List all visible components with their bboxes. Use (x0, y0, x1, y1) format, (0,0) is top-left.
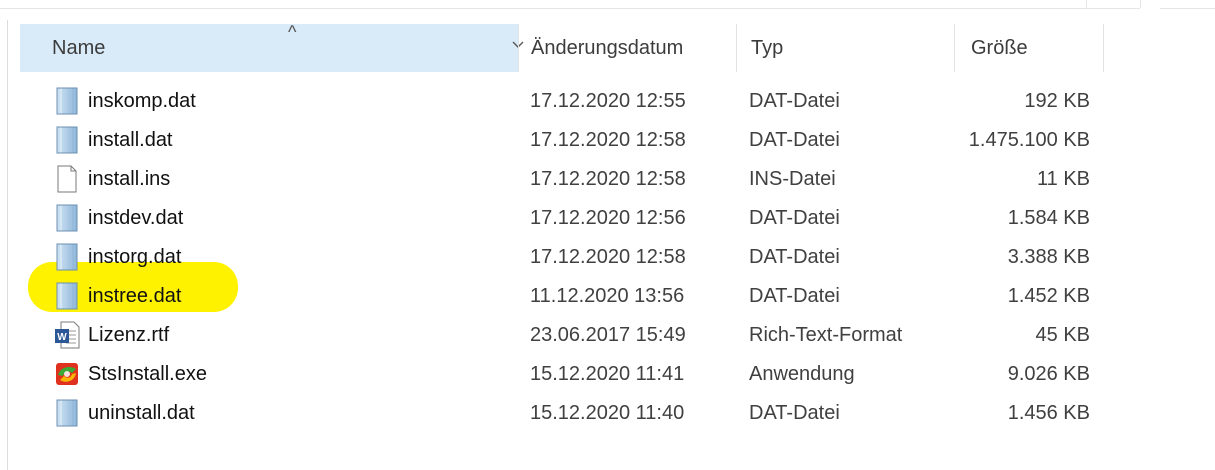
file-date: 11.12.2020 13:56 (530, 284, 685, 307)
file-date: 17.12.2020 12:58 (530, 128, 686, 151)
file-name[interactable]: install.ins (88, 160, 170, 198)
file-type: DAT-Datei (749, 284, 840, 307)
file-date: 15.12.2020 11:40 (530, 401, 685, 424)
file-row[interactable]: instorg.dat 17.12.2020 12:58 DAT-Datei 3.38… (20, 238, 1110, 276)
column-header-type[interactable]: Typ (736, 24, 954, 72)
file-date: 23.06.2017 15:49 (530, 323, 686, 346)
file-date: 17.12.2020 12:58 (530, 245, 686, 268)
file-name[interactable]: instdev.dat (88, 199, 183, 237)
top-border-right (1160, 8, 1215, 9)
file-date: 15.12.2020 11:41 (530, 362, 685, 385)
file-row[interactable]: W Lizenz.rtf 23.06.2017 15:49 Rich-Text-For… (20, 316, 1110, 354)
file-date: 17.12.2020 12:55 (530, 89, 686, 112)
file-name[interactable]: Lizenz.rtf (88, 316, 169, 354)
column-header-size[interactable]: Größe (954, 24, 1104, 72)
file-size: 1.584 KB (1007, 206, 1090, 229)
dat-file-icon (52, 121, 82, 159)
column-header-type-label: Typ (751, 36, 784, 59)
column-header-row: Name ^ Änderungsdatum Typ Größe (0, 22, 1215, 72)
file-date: 17.12.2020 12:56 (530, 206, 686, 229)
file-row[interactable]: inskomp.dat 17.12.2020 12:55 DAT-Datei 192 … (20, 82, 1110, 120)
file-size: 3.388 KB (1007, 245, 1090, 268)
dat-file-icon (52, 82, 82, 120)
file-type: DAT-Datei (749, 128, 840, 151)
file-size: 11 KB (1037, 167, 1090, 190)
column-header-name-label: Name (52, 36, 106, 59)
sort-ascending-icon: ^ (288, 22, 297, 42)
dat-file-icon (52, 238, 82, 276)
top-tick (1086, 0, 1087, 8)
word-document-icon: W (52, 316, 82, 354)
file-row[interactable]: install.dat 17.12.2020 12:58 DAT-Datei 1.47… (20, 121, 1110, 159)
file-type: Rich-Text-Format (749, 323, 903, 346)
file-type: DAT-Datei (749, 206, 840, 229)
file-row[interactable]: StsInstall.exe 15.12.2020 11:41 Anwendung 9… (20, 355, 1110, 393)
file-row[interactable]: uninstall.dat 15.12.2020 11:40 DAT-Datei 1.… (20, 394, 1110, 432)
file-type: DAT-Datei (749, 401, 840, 424)
file-row[interactable]: install.ins 17.12.2020 12:58 INS-Datei 11 K… (20, 160, 1110, 198)
blank-file-icon (52, 160, 82, 198)
column-header-date-label: Änderungsdatum (531, 36, 684, 59)
dat-file-icon (52, 199, 82, 237)
column-header-date[interactable]: Änderungsdatum (518, 24, 736, 72)
column-header-size-label: Größe (971, 36, 1028, 59)
file-size: 1.456 KB (1007, 401, 1090, 424)
file-size: 45 KB (1035, 323, 1090, 346)
file-row[interactable]: instree.dat 11.12.2020 13:56 DAT-Datei 1.45… (20, 277, 1110, 315)
left-border (7, 20, 8, 470)
file-name[interactable]: inskomp.dat (88, 82, 196, 120)
file-name[interactable]: instorg.dat (88, 238, 181, 276)
file-type: DAT-Datei (749, 245, 840, 268)
svg-text:W: W (57, 332, 67, 343)
file-date: 17.12.2020 12:58 (530, 167, 686, 190)
file-size: 1.475.100 KB (968, 128, 1090, 151)
top-tick (1140, 0, 1141, 8)
application-icon (52, 355, 82, 393)
dat-file-icon (52, 277, 82, 315)
top-border (0, 8, 1140, 9)
dat-file-icon (52, 394, 82, 432)
file-name[interactable]: install.dat (88, 121, 173, 159)
file-row[interactable]: instdev.dat 17.12.2020 12:56 DAT-Datei 1.58… (20, 199, 1110, 237)
file-type: INS-Datei (749, 167, 836, 190)
column-header-name[interactable]: Name ^ (20, 22, 524, 72)
file-size: 1.452 KB (1007, 284, 1090, 307)
file-size: 192 KB (1024, 89, 1090, 112)
file-name[interactable]: uninstall.dat (88, 394, 195, 432)
file-type: DAT-Datei (749, 89, 840, 112)
file-name[interactable]: StsInstall.exe (88, 355, 207, 393)
file-type: Anwendung (749, 362, 855, 385)
file-name[interactable]: instree.dat (88, 277, 181, 315)
file-size: 9.026 KB (1007, 362, 1090, 385)
